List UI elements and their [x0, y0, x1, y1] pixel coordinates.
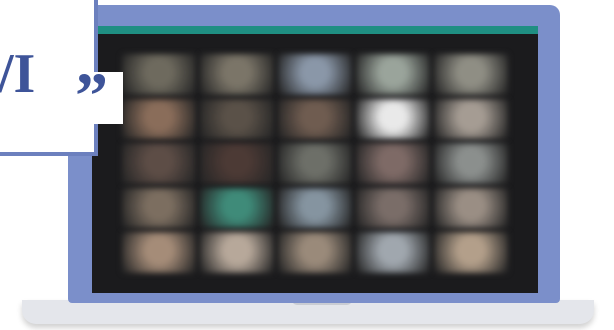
quote-mark-box: ”	[71, 64, 123, 130]
participant-video-tile	[356, 232, 430, 273]
participant-video-tile	[200, 143, 274, 184]
participant-video-tile	[278, 54, 352, 95]
participant-video-tile	[200, 232, 274, 273]
participant-video-tile	[278, 187, 352, 229]
video-call-top-bar	[92, 26, 538, 34]
closing-quote-icon: ”	[75, 60, 108, 133]
video-participant-grid	[92, 34, 538, 293]
participant-video-tile	[122, 143, 196, 184]
participant-video-tile	[356, 98, 430, 140]
participant-video-tile	[122, 187, 196, 229]
participant-video-tile	[278, 143, 352, 184]
participant-video-tile	[356, 54, 430, 95]
participant-video-tile	[434, 143, 508, 184]
participant-video-tile	[200, 54, 274, 95]
participant-video-tile	[278, 98, 352, 140]
participant-video-tile	[122, 54, 196, 95]
participant-video-tile	[200, 98, 274, 140]
participant-video-tile	[434, 232, 508, 273]
participant-video-tile	[356, 143, 430, 184]
participant-video-tile	[434, 98, 508, 140]
participant-video-tile	[200, 187, 274, 229]
participant-video-tile	[278, 232, 352, 273]
participant-video-tile	[122, 98, 196, 140]
participant-video-tile	[356, 187, 430, 229]
laptop-body	[68, 5, 560, 303]
laptop-base	[22, 300, 594, 324]
callout-text: /I	[0, 43, 36, 105]
participant-video-tile	[434, 187, 508, 229]
laptop-screen	[92, 26, 538, 293]
participant-video-tile	[122, 232, 196, 273]
participant-video-tile	[434, 54, 508, 95]
